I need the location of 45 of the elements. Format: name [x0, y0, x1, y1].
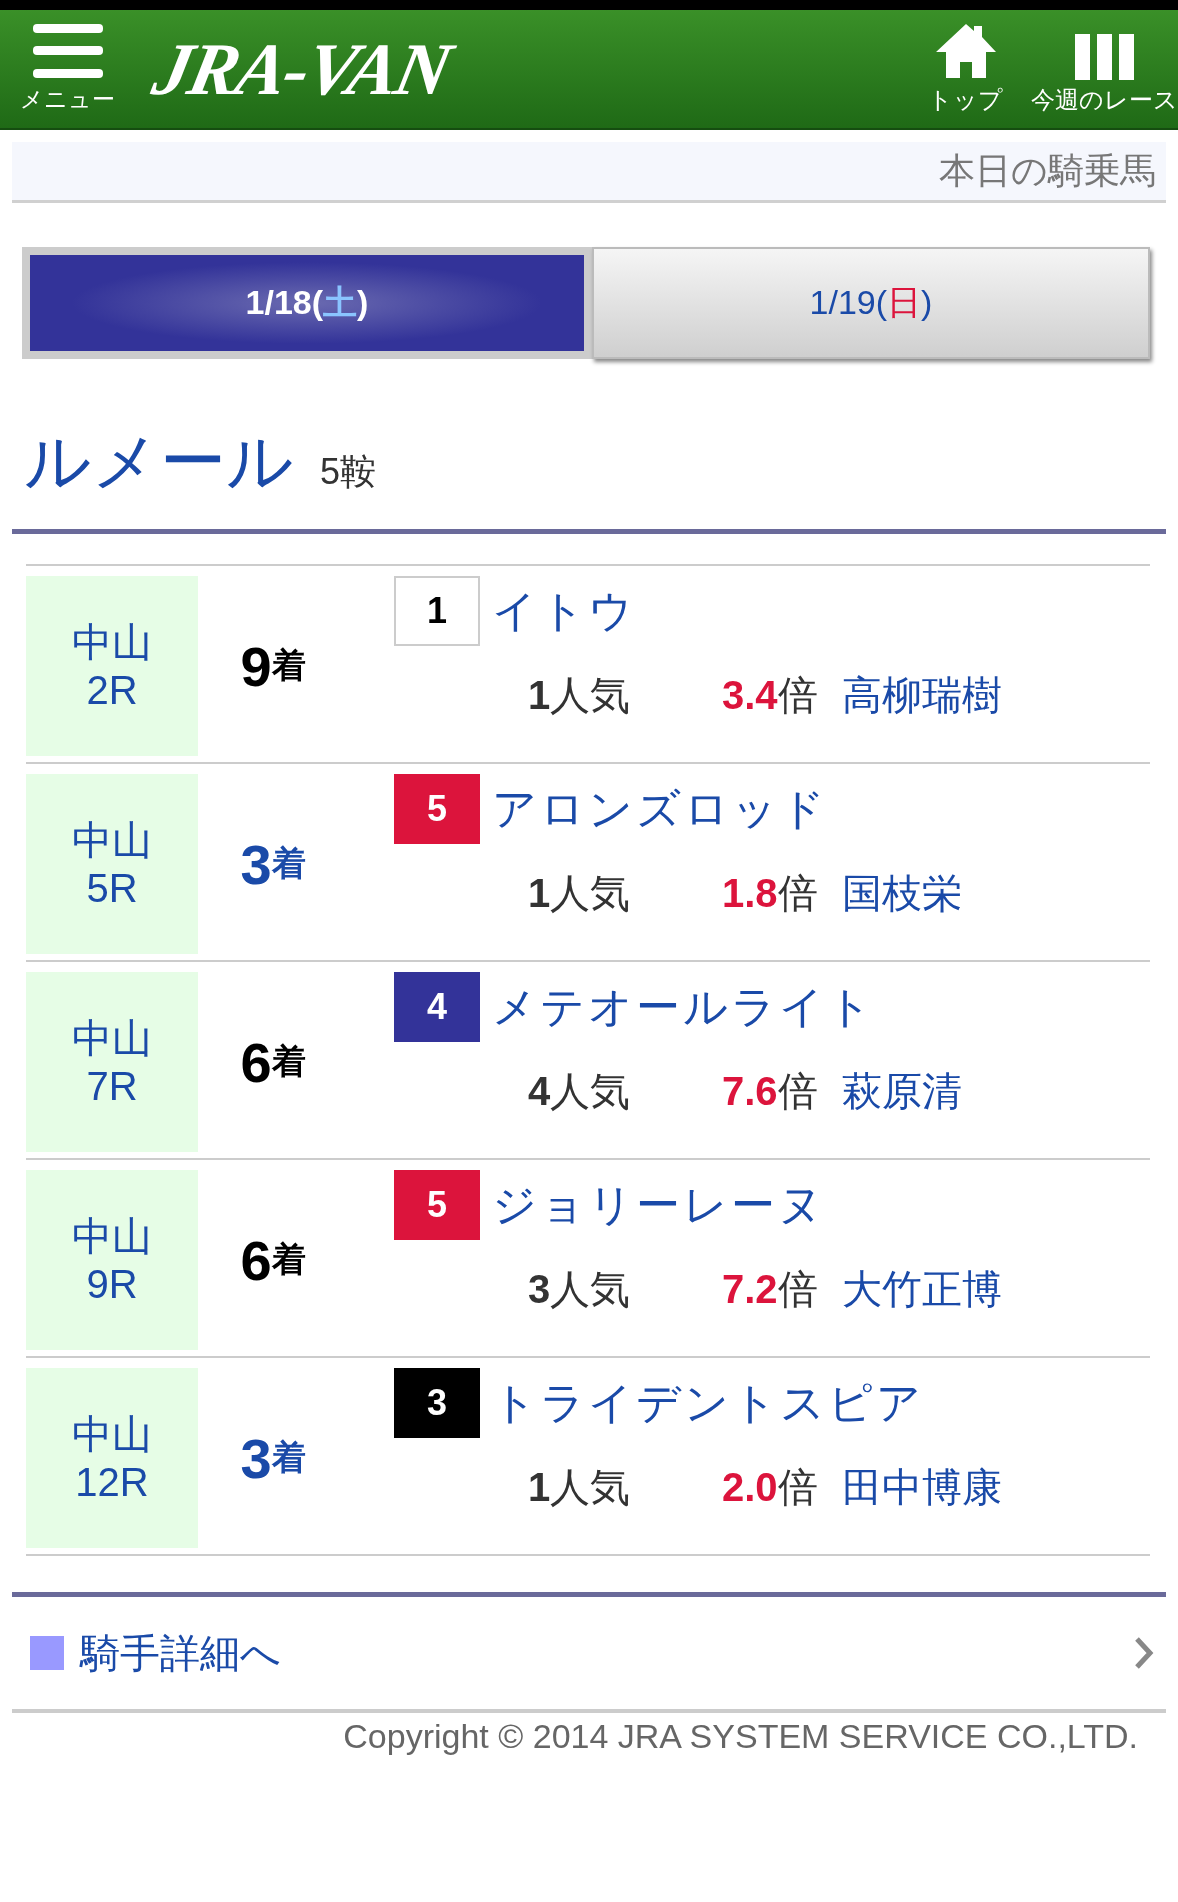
date-tab[interactable]: 1/19(日) — [592, 247, 1150, 359]
gate-number: 5 — [394, 774, 480, 844]
popularity: 1人気 — [528, 870, 632, 917]
menu-button[interactable]: メニュー — [20, 23, 115, 115]
logo: JRA-VAN — [145, 26, 458, 112]
jockey-name: ルメール — [24, 423, 294, 500]
gate-number: 5 — [394, 1170, 480, 1240]
race-label[interactable]: 中山 9R — [26, 1170, 198, 1350]
odds: 7.2倍 — [722, 1266, 818, 1313]
race-label[interactable]: 中山 7R — [26, 972, 198, 1152]
popularity: 1人気 — [528, 1464, 632, 1511]
race-label[interactable]: 中山 5R — [26, 774, 198, 954]
horse-name[interactable]: アロンズロッド — [492, 779, 828, 839]
horse-name[interactable]: メテオールライト — [492, 977, 875, 1037]
odds: 3.4倍 — [722, 672, 818, 719]
popularity: 4人気 — [528, 1068, 632, 1115]
page-title: 本日の騎乗馬 — [939, 148, 1156, 193]
mount-count: 5鞍 — [320, 450, 377, 494]
bars-icon — [1074, 34, 1135, 80]
square-icon — [30, 1636, 64, 1670]
trainer-name: 萩原清 — [841, 1068, 962, 1115]
horse-name[interactable]: トライデントスピア — [492, 1373, 924, 1433]
popularity: 3人気 — [528, 1266, 632, 1313]
race-label[interactable]: 中山 2R — [26, 576, 198, 756]
gate-number: 3 — [394, 1368, 480, 1438]
trainer-name: 大竹正博 — [841, 1266, 1002, 1313]
nav-button[interactable]: トップ — [928, 22, 1003, 116]
menu-icon — [32, 23, 103, 78]
jockey-detail-link[interactable]: 騎手詳細へ — [80, 1625, 281, 1681]
horse-name[interactable]: ジョリーレーヌ — [492, 1175, 826, 1235]
gate-number: 1 — [394, 576, 480, 646]
odds: 1.8倍 — [722, 870, 818, 917]
trainer-name: 田中博康 — [841, 1464, 1002, 1511]
trainer-name: 高柳瑞樹 — [841, 672, 1002, 719]
horse-name[interactable]: イトウ — [492, 581, 636, 641]
odds: 7.6倍 — [722, 1068, 818, 1115]
popularity: 1人気 — [528, 672, 632, 719]
date-tab[interactable]: 1/18(土) — [22, 247, 592, 359]
trainer-name: 国枝栄 — [841, 870, 962, 917]
chevron-right-icon[interactable] — [1134, 1636, 1154, 1670]
copyright: Copyright © 2014 JRA SYSTEM SERVICE CO.,LTD. — [342, 1717, 1138, 1756]
gate-number: 4 — [394, 972, 480, 1042]
odds: 2.0倍 — [722, 1464, 818, 1511]
nav-button[interactable]: 今週のレース — [1031, 34, 1178, 116]
race-label[interactable]: 中山 12R — [26, 1368, 198, 1548]
